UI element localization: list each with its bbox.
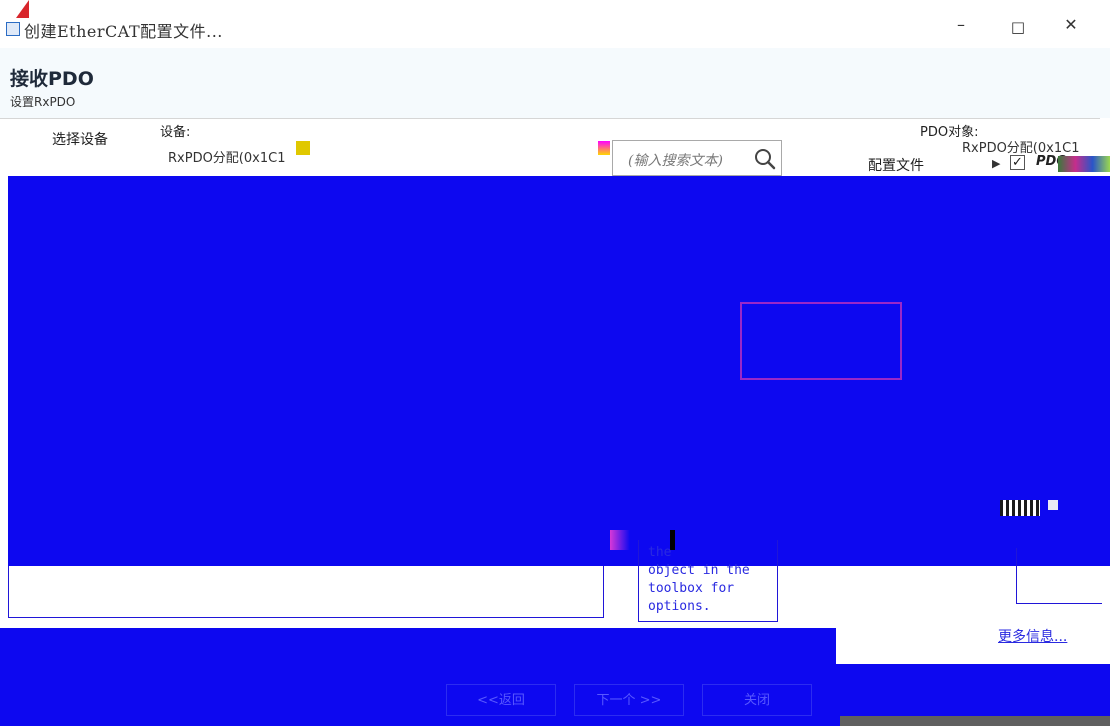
minimize-button[interactable]: –: [944, 12, 978, 38]
device-label: 设备:: [160, 125, 191, 140]
back-button[interactable]: <<返回: [446, 684, 556, 716]
help-text: the object in the toolbox for options.: [648, 545, 750, 614]
close-button[interactable]: 关闭: [702, 684, 812, 716]
more-info-link[interactable]: 更多信息...: [998, 626, 1067, 646]
profile-label: 配置文件: [868, 158, 924, 174]
pdo-checkbox[interactable]: ✓: [1010, 155, 1025, 170]
pdo-editor-panel[interactable]: [8, 176, 1110, 548]
page-header: [0, 48, 1110, 118]
expand-arrow-icon[interactable]: ▶: [992, 157, 1000, 170]
details-frame: [8, 566, 604, 618]
render-artifact: [1048, 500, 1058, 510]
device-warning-icon: [598, 141, 610, 155]
page-title: 接收PDO: [10, 68, 94, 90]
pdo-editor-panel-lower: [8, 548, 1110, 566]
next-button[interactable]: 下一个 >>: [574, 684, 684, 716]
footer-strip: [840, 716, 1110, 726]
page-subtitle: 设置RxPDO: [10, 95, 76, 109]
app-icon-badge: [16, 0, 29, 18]
window-title: 创建EtherCAT配置文件...: [24, 22, 223, 41]
device-value: RxPDO分配(0x1C1: [168, 151, 286, 165]
info-frame: [1016, 548, 1102, 604]
sidebar-step-select-device[interactable]: 选择设备: [52, 129, 108, 149]
render-artifact: [1000, 500, 1040, 516]
maximize-button[interactable]: □: [1000, 12, 1036, 38]
status-band: [0, 628, 836, 664]
header-divider: [0, 118, 1100, 119]
render-artifact: [1058, 156, 1110, 172]
app-icon: [6, 22, 20, 36]
device-status-icon: [296, 141, 310, 155]
close-window-button[interactable]: ✕: [1054, 10, 1088, 38]
search-placeholder: (输入搜索文本): [628, 153, 723, 169]
footer-right: [840, 664, 1110, 716]
selection-rectangle: [740, 302, 902, 380]
search-icon[interactable]: [754, 148, 776, 170]
